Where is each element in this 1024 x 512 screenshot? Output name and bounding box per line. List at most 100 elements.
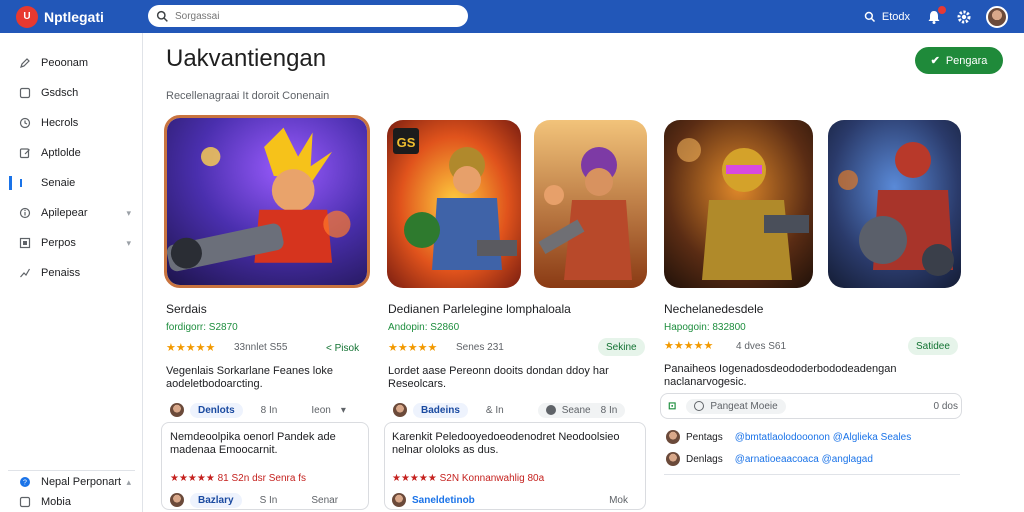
- install-button[interactable]: ✔ Pengara: [915, 47, 1003, 74]
- card-title-3[interactable]: Nechelanedesdele: [664, 302, 763, 316]
- chevron-down-icon[interactable]: ▾: [126, 208, 131, 219]
- top-app-bar: U Nptlegati Etodx: [0, 0, 1024, 33]
- sidebar-item-5[interactable]: Apilepear ▾: [0, 201, 143, 225]
- rating-stars-3: ★★★★★: [664, 340, 714, 352]
- avatar[interactable]: [170, 493, 184, 507]
- card-price-1: fordigorr: S2870: [166, 322, 238, 333]
- user-avatar[interactable]: [986, 5, 1008, 28]
- user-pill[interactable]: Badeins: [413, 402, 468, 418]
- page-subtitle: Recellenagraai It doroit Conenain: [166, 90, 330, 102]
- toggle-chip[interactable]: Seane 8 In: [537, 402, 626, 418]
- sidebar-item-label: Hecrols: [41, 117, 79, 129]
- avatar[interactable]: [170, 403, 184, 417]
- item-count: & In: [485, 404, 504, 416]
- description-line: Reseolcars.: [388, 378, 447, 390]
- square-icon: [18, 496, 31, 509]
- search-bar[interactable]: [148, 5, 468, 27]
- svg-text:?: ?: [23, 480, 27, 487]
- sidebar-item-4[interactable]: Senaie: [0, 171, 143, 195]
- action-link[interactable]: Ieon: [311, 405, 330, 416]
- game-artwork-1[interactable]: [164, 115, 370, 288]
- sidebar-item-0[interactable]: Peoonam: [0, 51, 143, 75]
- action-link[interactable]: Mok: [609, 495, 628, 506]
- mention-user: Pentags: [686, 431, 723, 443]
- review-text-1: Nemdeoolpika oenorl Pandek ade madenaa E…: [170, 431, 365, 457]
- sidebar-item-label: Senaie: [41, 177, 76, 189]
- sidebar-item-label: Aptlolde: [41, 147, 81, 159]
- filter-label: Pangeat Moeie: [710, 400, 778, 412]
- review-line: Nemdeoolpika oenorl Pandek ade: [170, 431, 336, 443]
- game-artwork-5[interactable]: [828, 120, 961, 288]
- sidebar-item-2[interactable]: Hecrols: [0, 111, 143, 135]
- app-name: Nptlegati: [44, 8, 104, 25]
- sidebar-item-3[interactable]: Aptlolde: [0, 141, 143, 165]
- status-chip-2[interactable]: Sekine: [598, 338, 645, 356]
- card-meta-row-3: ⊡ Pangeat Moeie 0 dos: [668, 395, 958, 417]
- avatar[interactable]: [393, 403, 407, 417]
- top-search-button[interactable]: Etodx: [864, 11, 910, 23]
- item-count: 8 In: [260, 404, 278, 416]
- mention-user: Denlags: [686, 453, 723, 465]
- app-logo[interactable]: U Nptlegati: [16, 5, 104, 28]
- path-icon: [18, 267, 31, 280]
- game-artwork-2[interactable]: GS: [387, 120, 521, 288]
- description-line: Panaiheos Iogenadosdeododerbododeadengan: [664, 363, 897, 375]
- settings-button[interactable]: [956, 9, 972, 25]
- radio-icon: [694, 401, 705, 411]
- install-button-label: Pengara: [945, 54, 988, 67]
- description-line: aodeletbodoarcting.: [166, 378, 263, 390]
- card-title-1[interactable]: Serdais: [166, 302, 207, 316]
- status-chip-1[interactable]: < Pisok: [318, 339, 367, 357]
- divider: [664, 474, 960, 475]
- notification-badge: [938, 5, 946, 14]
- sidebar-item-label: Apilepear: [41, 207, 88, 219]
- avatar[interactable]: [392, 493, 406, 507]
- hero-artwork: [664, 120, 813, 288]
- mention-handle[interactable]: @arnatioeaacoaca @anglagad: [735, 454, 873, 465]
- card-title-2[interactable]: Dedianen Parlelegine lomphaloala: [388, 302, 571, 316]
- action-link[interactable]: Senar: [311, 495, 338, 506]
- search-input[interactable]: [175, 10, 455, 22]
- review-text-2: Karenkit Peledooyedoeodenodret Neodoolsi…: [392, 431, 640, 457]
- chevron-down-icon[interactable]: ▾: [341, 405, 346, 416]
- filter-chip[interactable]: Pangeat Moeie: [686, 398, 786, 414]
- sidebar-item-6[interactable]: Perpos ▾: [0, 231, 143, 255]
- user-pill[interactable]: Denlots: [190, 402, 243, 418]
- sidebar: Peoonam Gsdsch Hecrols Aptlolde Senaie A…: [0, 33, 143, 512]
- card-price-2: Andopin: S2860: [388, 322, 460, 333]
- review-rating-1: ★★★★★ 81 S2n dsr Senra fs: [170, 473, 306, 484]
- hero-artwork: [167, 118, 367, 285]
- avatar[interactable]: [666, 430, 680, 444]
- user-link[interactable]: Saneldetinob: [412, 495, 475, 506]
- toggle-count: 8 In: [600, 404, 618, 416]
- chart-icon[interactable]: ⊡: [668, 401, 676, 412]
- rating-stars-2: ★★★★★: [388, 342, 438, 354]
- check-icon: ✔: [930, 55, 940, 67]
- chevron-up-icon[interactable]: ▴: [126, 477, 131, 488]
- toggle-label: Seane: [561, 404, 591, 416]
- sidebar-item-label: Penaiss: [41, 267, 81, 279]
- status-chip-3[interactable]: Satidee: [908, 337, 958, 355]
- search-icon: [156, 10, 168, 22]
- square-icon: [18, 87, 31, 100]
- sidebar-item-7[interactable]: Penaiss: [0, 261, 143, 285]
- sidebar-item-label: Mobia: [41, 496, 71, 508]
- info-icon: [18, 207, 31, 220]
- review-count-3: 4 dves S61: [736, 341, 787, 352]
- user-pill[interactable]: Bazlary: [190, 492, 242, 508]
- filter-count[interactable]: 0 dos: [934, 401, 958, 412]
- edit-icon: [18, 147, 31, 160]
- game-artwork-4[interactable]: [664, 120, 813, 288]
- mention-handle[interactable]: @bmtatlaolodooonon @Alglieka Seales: [735, 432, 912, 443]
- page-title: Uakvantiengan: [166, 45, 327, 72]
- notifications-button[interactable]: [926, 5, 946, 25]
- avatar[interactable]: [666, 452, 680, 466]
- sidebar-item-1[interactable]: Gsdsch: [0, 81, 143, 105]
- bar-icon: [18, 177, 31, 190]
- review-line: nelnar ololoks as dus.: [392, 444, 499, 456]
- hero-artwork: [534, 120, 647, 288]
- chevron-down-icon[interactable]: ▾: [126, 238, 131, 249]
- review-footer-1: Bazlary S In Senar: [170, 489, 365, 511]
- sidebar-footer-mobia[interactable]: Mobia: [0, 490, 143, 512]
- game-artwork-3[interactable]: [534, 120, 647, 288]
